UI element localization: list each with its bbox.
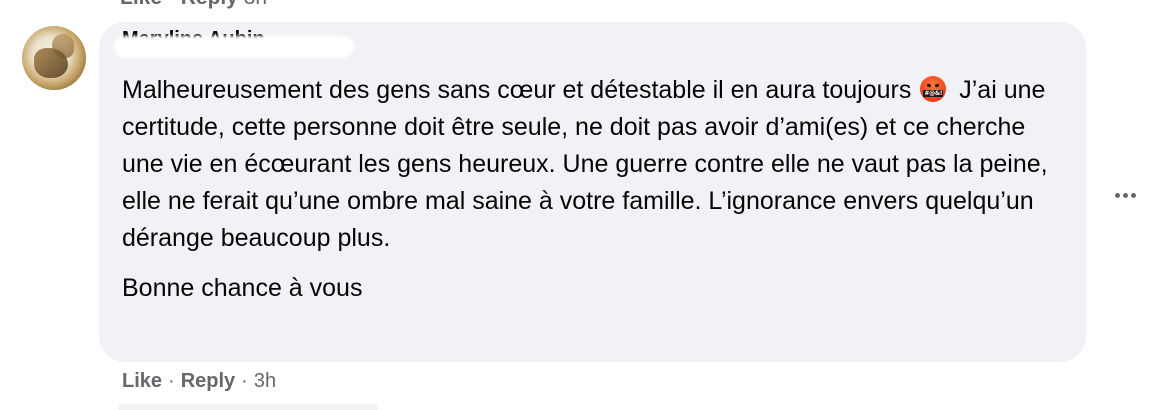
avatar[interactable] (22, 26, 86, 90)
previous-comment-actions: Like · Reply 3h (120, 0, 267, 10)
more-options-button[interactable] (1110, 180, 1140, 210)
previous-timestamp[interactable]: 3h (244, 0, 267, 9)
comment-actions: Like · Reply · 3h (122, 370, 276, 393)
reply-link[interactable]: Reply (181, 370, 235, 392)
comment-text: Malheureusement des gens sans cœur et dé… (122, 76, 912, 104)
comment-thread: Like · Reply 3h Maryline Aubin Malheureu… (0, 0, 1162, 410)
next-comment-bubble (118, 404, 378, 410)
separator: · (168, 370, 175, 392)
like-link[interactable]: Like (122, 370, 162, 392)
emoji-symbols: #@&! (923, 90, 944, 97)
author-redaction (114, 36, 354, 58)
previous-like-link[interactable]: Like (120, 0, 162, 9)
more-horizontal-icon (1114, 192, 1120, 198)
face-with-symbols-on-mouth-icon: #@&! (920, 76, 947, 102)
previous-reply-link[interactable]: Reply (181, 0, 238, 9)
separator: · (241, 370, 248, 392)
comment-text: Bonne chance à vous (122, 274, 363, 302)
comment-paragraph: Malheureusement des gens sans cœur et dé… (122, 72, 1062, 257)
more-dot (1130, 192, 1136, 198)
more-dot (1122, 192, 1128, 198)
separator: · (168, 0, 175, 9)
comment-timestamp[interactable]: 3h (254, 370, 276, 392)
comment-body: Malheureusement des gens sans cœur et dé… (122, 72, 1062, 307)
comment-paragraph: Bonne chance à vous (122, 270, 1062, 307)
